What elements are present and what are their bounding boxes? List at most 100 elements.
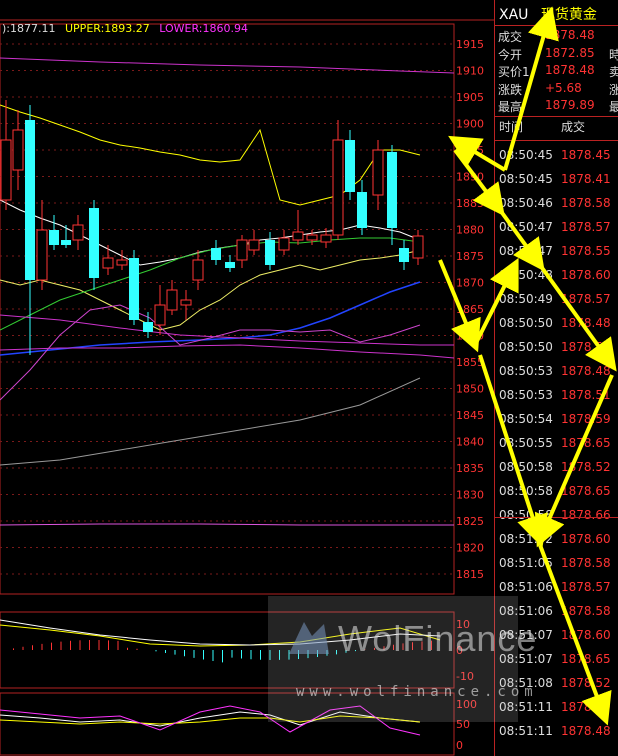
symbol-name: 现货黄金 <box>540 7 597 23</box>
trade-row[interactable]: 08:50:46 1878.58 <box>495 196 618 220</box>
trade-row[interactable]: 08:50:58 1878.66 <box>495 508 618 532</box>
candle-body <box>292 231 304 241</box>
quote-tail: 卖 <box>609 65 618 79</box>
trade-price: 1878.58 <box>561 196 611 210</box>
watermark-url: www.wolfinance.com <box>296 684 538 700</box>
quote-row: 成交 1878.48 <box>495 28 618 46</box>
candle-body <box>89 208 99 278</box>
trade-row[interactable]: 08:50:47 1878.57 <box>495 220 618 244</box>
candle-body <box>248 239 260 251</box>
trade-time: 08:50:58 <box>499 484 553 498</box>
trade-price: 1878.60 <box>561 268 611 282</box>
trade-time: 08:50:58 <box>499 508 553 522</box>
title-divider <box>495 25 618 26</box>
candle-body <box>225 262 235 268</box>
trade-row[interactable]: 08:50:55 1878.65 <box>495 436 618 460</box>
trade-time: 08:50:47 <box>499 220 553 234</box>
price-tick-label: 1840 <box>456 436 484 449</box>
quote-tail: 最 <box>609 100 618 114</box>
ma-magenta-line-4 <box>0 523 454 526</box>
candle-body <box>102 257 114 269</box>
candle-body <box>61 240 71 245</box>
ma-magenta-line-5 <box>0 304 421 401</box>
trade-price: 1878.58 <box>561 604 611 618</box>
candle-body <box>412 235 424 259</box>
trade-row[interactable]: 08:51:02 1878.60 <box>495 532 618 556</box>
quote-tail: 涨 <box>609 82 618 97</box>
price-tick-label: 1815 <box>456 568 484 581</box>
trade-price: 1878.48 <box>561 364 611 378</box>
quote-divider <box>495 116 618 117</box>
legend-upper: UPPER:1893.27 <box>65 22 150 35</box>
trade-price: 1878.59 <box>561 700 611 714</box>
price-tick-label: 1875 <box>456 250 484 263</box>
candle-body <box>49 230 59 245</box>
trade-time: 08:50:45 <box>499 148 553 162</box>
candle-body <box>154 304 166 326</box>
trade-time: 08:51:05 <box>499 556 553 570</box>
quote-value: 1878.48 <box>545 63 595 77</box>
quote-value: +5.68 <box>545 80 582 95</box>
quote-value: 1872.85 <box>545 45 595 60</box>
trade-row[interactable]: 08:50:58 1878.52 <box>495 460 618 484</box>
trade-row[interactable]: 08:50:54 1878.59 <box>495 412 618 436</box>
price-tick-label: 1915 <box>456 38 484 51</box>
price-tick-label: 1870 <box>456 277 484 290</box>
price-tick-label: 1880 <box>456 224 484 237</box>
panel-title: XAU 现货黄金 <box>495 4 618 24</box>
trade-time: 08:50:47 <box>499 244 553 258</box>
trade-time: 08:50:53 <box>499 364 553 378</box>
trade-row[interactable]: 08:50:45 1878.45 <box>495 148 618 172</box>
candle-body <box>166 289 178 311</box>
trades-header: 时间 成交 <box>495 118 618 138</box>
quote-value: 1878.48 <box>545 28 595 42</box>
trade-row[interactable]: 08:51:11 1878.48 <box>495 724 618 748</box>
ma-magenta-line-2 <box>0 314 454 346</box>
price-axis: 1915 1910 1905 1900 1895 1890 1885 1880 1875 1870… <box>456 38 484 581</box>
trade-row[interactable]: 08:50:58 1878.65 <box>495 484 618 508</box>
trade-time: 08:50:46 <box>499 196 553 210</box>
price-tick-label: 1860 <box>456 330 484 343</box>
quote-tail: 時 <box>609 47 618 62</box>
trade-price: 1878.65 <box>561 652 611 666</box>
trade-time: 08:51:02 <box>499 532 553 546</box>
trade-row[interactable]: 08:51:05 1878.58 <box>495 556 618 580</box>
watermark-brand: WolFinance <box>338 618 538 659</box>
price-tick-label: 1830 <box>456 489 484 502</box>
ma-magenta-line-3 <box>0 344 455 359</box>
trade-row[interactable]: 08:50:45 1878.41 <box>495 172 618 196</box>
quote-label: 涨跌 <box>498 82 523 97</box>
trade-row[interactable]: 08:50:47 1878.55 <box>495 244 618 268</box>
trade-time: 08:51:11 <box>499 724 553 738</box>
ma-grey-line <box>0 377 421 466</box>
trade-price: 1878.52 <box>561 460 611 474</box>
price-tick-label: 1820 <box>456 542 484 555</box>
trade-row[interactable]: 08:50:49 1878.57 <box>495 292 618 316</box>
trade-price: 1878.58 <box>561 556 611 570</box>
ma-magenta-line <box>0 57 455 74</box>
bollinger-upper-line <box>0 104 421 206</box>
trade-price: 1878.55 <box>561 340 611 354</box>
trade-time: 08:50:54 <box>499 412 553 426</box>
quote-row: 今开 1872.85 時 <box>495 46 618 64</box>
quote-label: 今开 <box>498 47 523 62</box>
candle-body <box>236 239 248 261</box>
price-tick-label: 1855 <box>456 356 484 369</box>
candle-body <box>0 139 12 201</box>
price-tick-label: 1890 <box>456 171 484 184</box>
trade-row[interactable]: 08:50:48 1878.60 <box>495 268 618 292</box>
candle-body <box>372 149 384 196</box>
trade-row[interactable]: 08:50:53 1878.51 <box>495 388 618 412</box>
trade-row[interactable]: 08:50:50 1878.48 <box>495 316 618 340</box>
trade-row[interactable]: 08:50:53 1878.48 <box>495 364 618 388</box>
trades-section-divider <box>495 517 618 518</box>
candle-body <box>25 120 35 280</box>
candle-body <box>180 299 192 306</box>
trades-header-price: 成交 <box>561 120 586 134</box>
trade-price: 1878.57 <box>561 580 611 594</box>
price-tick-label: 1900 <box>456 118 484 131</box>
watermark: WolFinance www.wolfinance.com <box>268 596 536 722</box>
price-tick-label: 1895 <box>456 144 484 157</box>
trade-row[interactable]: 08:50:50 1878.55 <box>495 340 618 364</box>
indicator-lines <box>0 57 455 526</box>
